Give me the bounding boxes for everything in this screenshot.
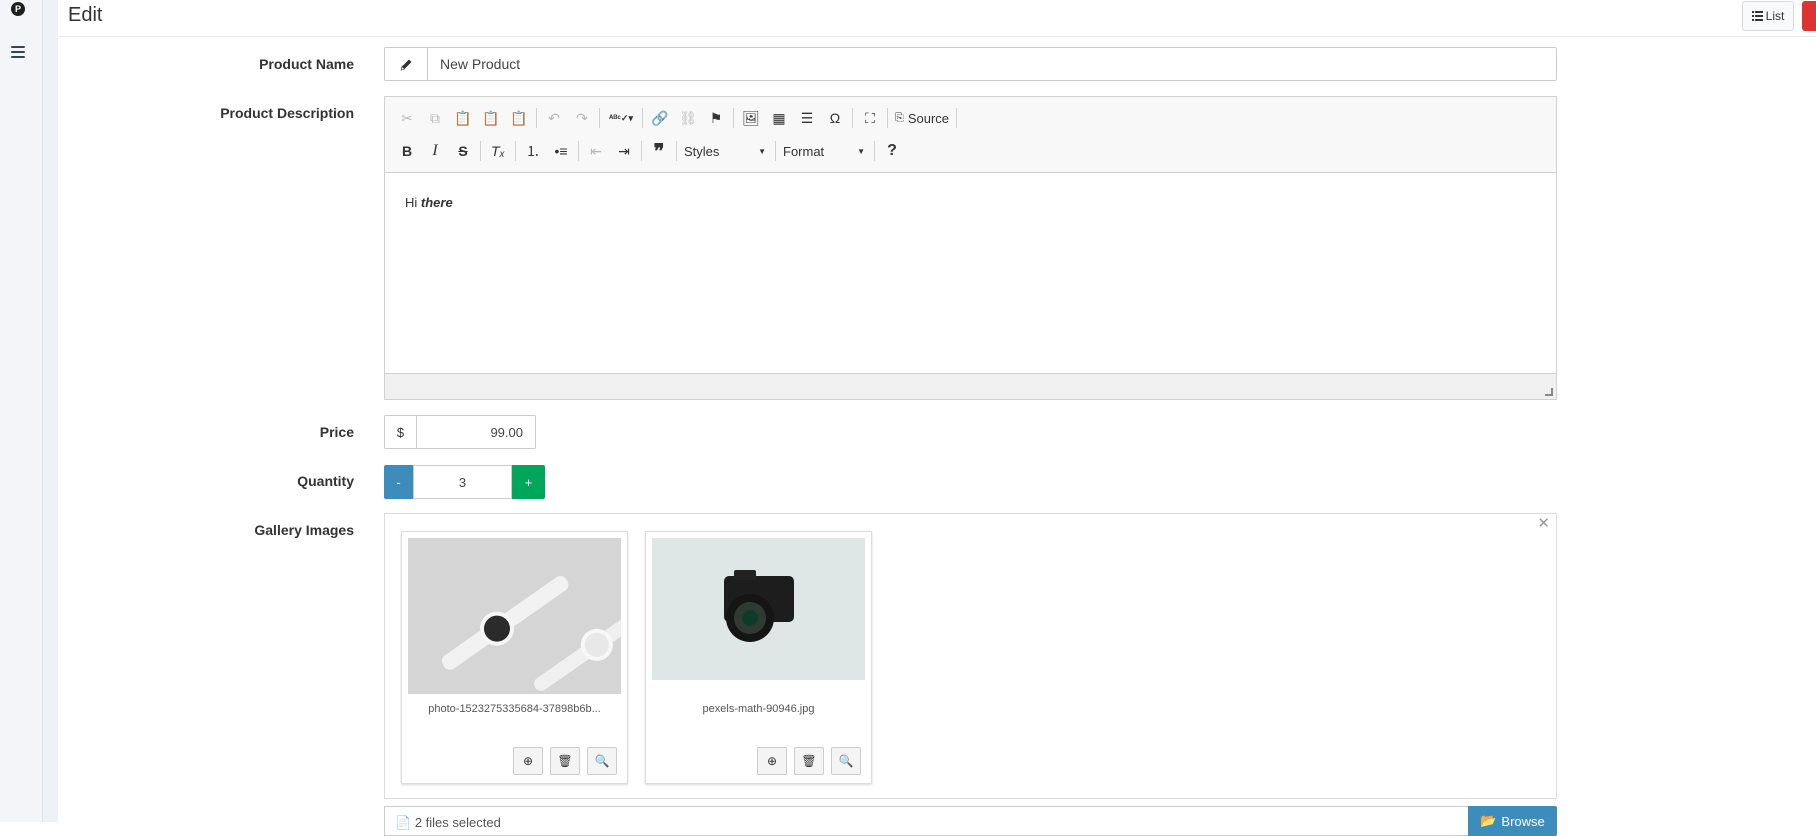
resize-handle-icon[interactable] <box>1545 388 1553 396</box>
increment-button[interactable]: + <box>512 465 545 499</box>
zoom-icon[interactable]: 🔍 <box>587 747 617 775</box>
cut-icon[interactable]: ✂ <box>393 105 421 131</box>
file-icon: 📄 <box>395 815 412 830</box>
spellcheck-icon[interactable]: ᴬᴮᶜ✓▾ <box>603 105 639 131</box>
editor-toolbar: ✂ ⧉ 📋 📋 📋 ↶ ↷ ᴬᴮᶜ✓▾ 🔗 ⛓ ⚑ 🖼 ▦ ☰ Ω ⛶ ⎘ So… <box>385 97 1556 173</box>
editor-statusbar <box>385 373 1556 399</box>
browse-button[interactable]: 📂 Browse <box>1468 806 1557 836</box>
undo-icon[interactable]: ↶ <box>540 105 568 131</box>
table-icon[interactable]: ▦ <box>765 105 793 131</box>
editor-content[interactable]: Hi there <box>385 173 1556 373</box>
remove-format-icon[interactable]: Tₓ <box>484 138 512 164</box>
logo-icon[interactable]: P <box>11 2 25 16</box>
upload-icon[interactable]: ⊕ <box>757 747 787 775</box>
gallery-images-label: Gallery Images <box>254 522 354 538</box>
anchor-flag-icon[interactable]: ⚑ <box>702 105 730 131</box>
gallery-item: pexels-math-90946.jpg ⊕ 🗑 🔍 <box>645 531 872 784</box>
content-gutter <box>43 0 58 822</box>
editor-text-emphasis: there <box>420 195 453 210</box>
help-icon[interactable]: ? <box>878 138 906 164</box>
chevron-down-icon: ▼ <box>758 146 766 156</box>
file-status: 2 files selected <box>414 815 501 830</box>
link-icon[interactable]: 🔗 <box>646 105 674 131</box>
gallery-item: photo-1523275335684-37898b6b... ⊕ 🗑 🔍 <box>401 531 628 784</box>
upload-icon[interactable]: ⊕ <box>513 747 543 775</box>
unlink-icon[interactable]: ⛓ <box>674 105 702 131</box>
styles-dropdown-label: Styles <box>684 143 720 159</box>
product-name-label: Product Name <box>259 56 354 72</box>
source-label: Source <box>907 110 950 126</box>
gallery-item-filename: photo-1523275335684-37898b6b... <box>428 703 601 715</box>
gallery-item-filename: pexels-math-90946.jpg <box>702 703 815 715</box>
trash-icon[interactable]: 🗑 <box>794 747 824 775</box>
paste-icon[interactable]: 📋 <box>449 105 477 131</box>
list-button[interactable]: List <box>1742 1 1794 31</box>
page-title: Edit <box>68 4 103 26</box>
maximize-icon[interactable]: ⛶ <box>856 105 884 131</box>
paste-text-icon[interactable]: 📋 <box>477 105 505 131</box>
camera-thumbnail-image <box>652 538 865 680</box>
menu-toggle-icon[interactable] <box>11 46 25 58</box>
delete-button[interactable] <box>1802 1 1816 31</box>
pencil-icon <box>384 47 428 81</box>
horizontal-line-icon[interactable]: ☰ <box>793 105 821 131</box>
list-button-label: List <box>1765 9 1785 23</box>
page-header: Edit <box>58 0 1816 37</box>
currency-addon: $ <box>384 415 417 449</box>
indent-icon[interactable]: ⇥ <box>610 138 638 164</box>
bulleted-list-icon[interactable]: •≡ <box>547 138 575 164</box>
gallery-dropzone: ✕ photo-1523275335684-37898b6b... ⊕ 🗑 🔍 <box>384 513 1557 799</box>
quantity-input[interactable] <box>413 465 512 499</box>
bold-icon[interactable]: B <box>393 138 421 164</box>
zoom-icon[interactable]: 🔍 <box>831 747 861 775</box>
file-caption[interactable]: 📄 2 files selected <box>384 806 1469 836</box>
quantity-label: Quantity <box>297 473 354 489</box>
decrement-button[interactable]: - <box>384 465 413 499</box>
source-button[interactable]: ⎘ Source <box>891 111 953 126</box>
format-dropdown-label: Format <box>783 143 825 159</box>
product-name-input[interactable] <box>427 47 1557 81</box>
paste-word-icon[interactable]: 📋 <box>505 105 533 131</box>
blockquote-icon[interactable]: ❞ <box>645 138 673 164</box>
image-icon[interactable]: 🖼 <box>737 105 765 131</box>
italic-icon[interactable]: I <box>421 138 449 164</box>
price-label: Price <box>319 424 354 440</box>
close-icon[interactable]: ✕ <box>1537 514 1550 532</box>
price-input[interactable] <box>416 415 536 449</box>
browse-label: Browse <box>1501 813 1545 829</box>
copy-icon[interactable]: ⧉ <box>421 105 449 131</box>
watch-thumbnail-image <box>408 538 621 694</box>
rich-text-editor: ✂ ⧉ 📋 📋 📋 ↶ ↷ ᴬᴮᶜ✓▾ 🔗 ⛓ ⚑ 🖼 ▦ ☰ Ω ⛶ ⎘ So… <box>384 96 1557 400</box>
source-icon: ⎘ <box>895 111 904 124</box>
numbered-list-icon[interactable]: ⒈ <box>519 138 547 164</box>
left-rail: P <box>0 0 43 822</box>
outdent-icon[interactable]: ⇤ <box>582 138 610 164</box>
editor-text: Hi <box>405 195 421 210</box>
chevron-down-icon: ▼ <box>857 146 865 156</box>
format-dropdown[interactable]: Format ▼ <box>779 139 871 163</box>
redo-icon[interactable]: ↷ <box>568 105 596 131</box>
special-char-icon[interactable]: Ω <box>821 105 849 131</box>
styles-dropdown[interactable]: Styles ▼ <box>680 139 772 163</box>
folder-open-icon: 📂 <box>1480 813 1497 828</box>
list-icon <box>1751 11 1763 21</box>
trash-icon[interactable]: 🗑 <box>550 747 580 775</box>
strikethrough-icon[interactable]: S <box>449 138 477 164</box>
product-description-label: Product Description <box>220 105 354 121</box>
